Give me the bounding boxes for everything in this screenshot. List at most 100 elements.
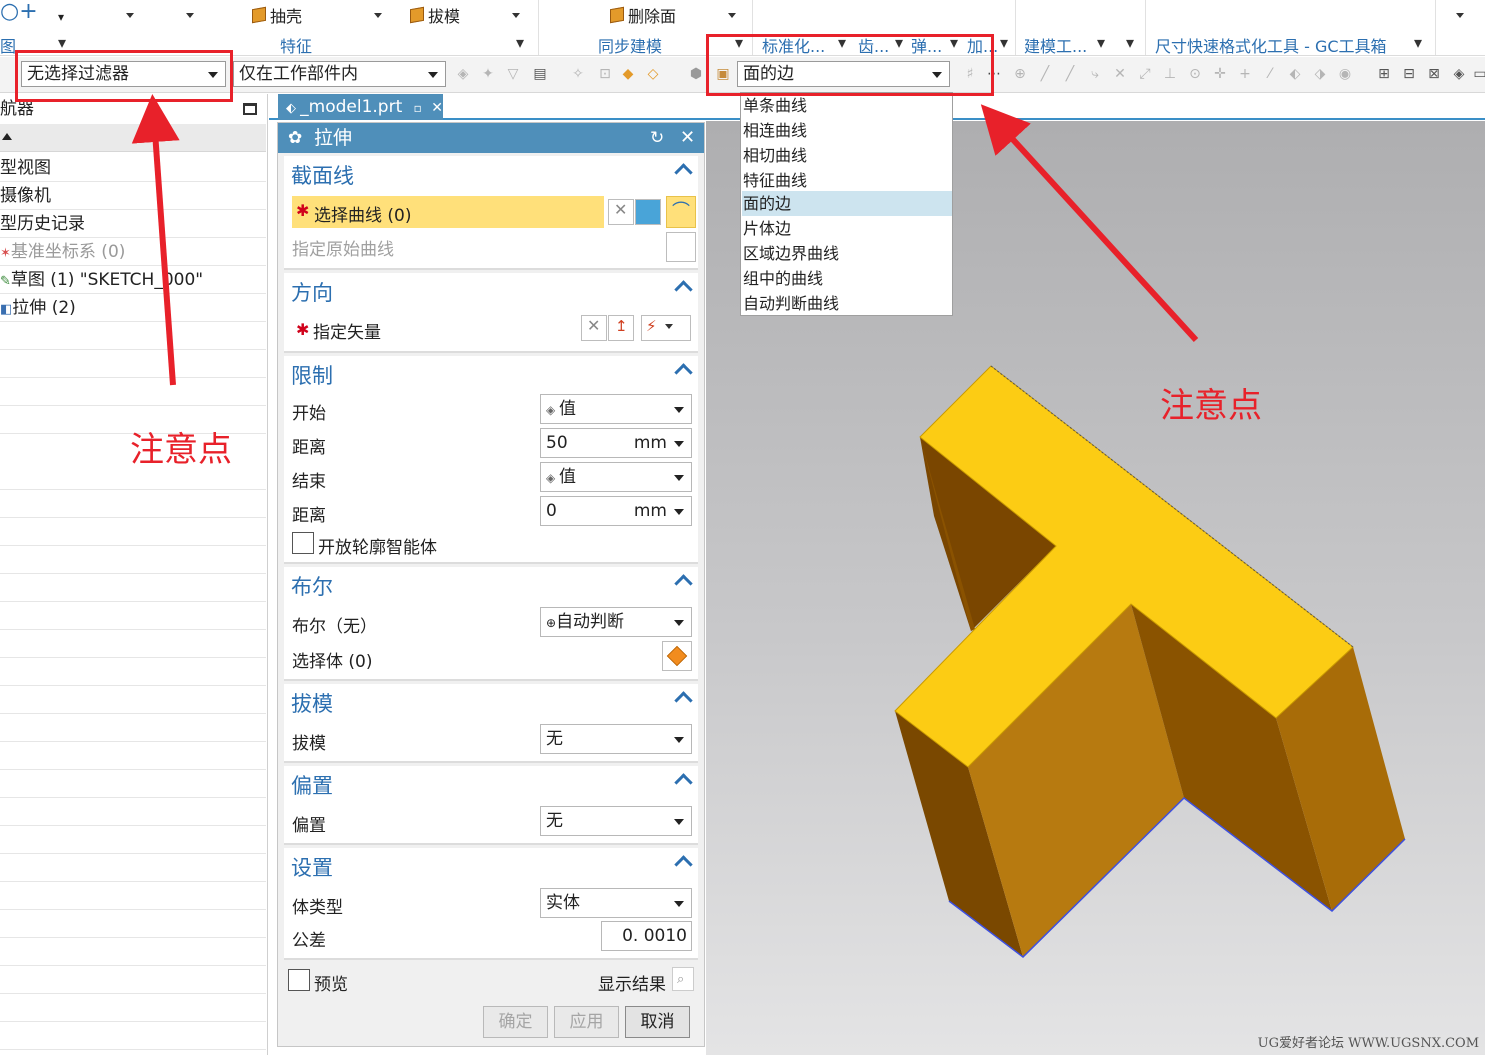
snap-face-icon[interactable]: ⬖ — [1287, 66, 1303, 82]
section-title[interactable]: 设置 — [291, 852, 333, 882]
group-caret-7[interactable]: ▾ — [1000, 33, 1008, 53]
view-more-icon[interactable]: ▭ — [1472, 66, 1485, 82]
show-result-label[interactable]: 显示结果 — [598, 970, 666, 995]
snap-bound-icon[interactable]: ⬗ — [1312, 66, 1328, 82]
vector-type-dropdown[interactable]: ⚡ — [641, 315, 691, 341]
nav-item-model-views[interactable]: 型视图 — [0, 154, 266, 182]
group-caret-2[interactable]: ▾ — [516, 33, 524, 53]
snap-existing-icon[interactable]: ✛ — [1212, 66, 1228, 82]
ribbon-dropdown-6[interactable] — [1450, 4, 1464, 26]
more-icon[interactable]: ▾ — [58, 6, 64, 28]
distance2-input[interactable]: 0 mm — [540, 496, 692, 526]
section-title[interactable]: 布尔 — [291, 571, 333, 601]
reverse-direction-icon[interactable]: ✕ — [581, 315, 607, 341]
selection-scope-dropdown[interactable]: 仅在工作部件内 — [233, 61, 446, 87]
group-modeling-tools[interactable]: 建模工... — [1024, 33, 1087, 56]
snap-curve-icon[interactable]: ⁄ — [1262, 66, 1278, 82]
nav-item-model-history[interactable]: 型历史记录 — [0, 210, 266, 238]
curve-rule-option-selected[interactable]: 面的边 — [742, 191, 952, 216]
reset-icon[interactable]: ↻ — [650, 123, 664, 153]
draft-ribbon-button[interactable]: 拔模 — [410, 4, 460, 26]
apply-button[interactable]: 应用 — [554, 1006, 619, 1038]
group-caret-9[interactable]: ▾ — [1126, 33, 1134, 53]
tab-model1[interactable]: ⬖ _model1.prt ▫ ✕ — [278, 94, 443, 120]
collapse-icon[interactable] — [674, 691, 693, 710]
close-icon[interactable]: ✕ — [680, 123, 695, 153]
cancel-button[interactable]: 取消 — [625, 1006, 690, 1038]
section-title[interactable]: 偏置 — [291, 770, 333, 800]
group-caret-10[interactable]: ▾ — [1414, 33, 1422, 53]
navigator-header[interactable] — [0, 124, 266, 152]
ok-button[interactable]: 确定 — [483, 1006, 548, 1038]
collapse-icon[interactable] — [674, 363, 693, 382]
select-body-icon[interactable]: ▤ — [532, 66, 548, 82]
plus-icon[interactable]: ○+ — [0, 0, 38, 24]
group-sync-modeling[interactable]: 同步建模 — [598, 33, 662, 56]
tab-pin-icon[interactable]: ▫ — [414, 101, 422, 115]
section-title[interactable]: 方向 — [291, 277, 333, 307]
ribbon-dropdown-4[interactable] — [506, 4, 520, 26]
vector-dialog-icon[interactable]: ↥ — [608, 315, 634, 341]
snap-mid-icon[interactable]: ╱ — [1062, 66, 1078, 82]
body-type-dropdown[interactable]: 实体 — [540, 888, 692, 918]
curve-rule-option[interactable]: 特征曲线 — [742, 168, 952, 193]
snap-point-icon[interactable]: ⊕ — [1012, 66, 1028, 82]
select-curve-row[interactable]: ✱ 选择曲线 (0) — [292, 196, 604, 228]
collapse-icon[interactable] — [674, 574, 693, 593]
select-body-icon[interactable] — [662, 641, 692, 671]
delete-face-button[interactable]: 删除面 — [610, 4, 676, 26]
select-edge-icon[interactable]: ✦ — [480, 66, 496, 82]
select-face-icon[interactable]: ✧ — [570, 66, 586, 82]
curve-rule-option[interactable]: 自动判断曲线 — [742, 291, 952, 316]
curve-select-icon[interactable]: ⌒ — [666, 196, 696, 228]
ribbon-dropdown-5[interactable] — [722, 4, 736, 26]
collapse-icon[interactable] — [674, 280, 693, 299]
select-sheet-icon[interactable]: ◇ — [645, 66, 661, 82]
ribbon-dropdown-1[interactable] — [120, 4, 134, 26]
section-title[interactable]: 拔模 — [291, 688, 333, 718]
snap-intersect-icon[interactable]: ✕ — [1112, 66, 1128, 82]
section-title[interactable]: 限制 — [291, 360, 333, 390]
offset-dropdown[interactable]: 无 — [540, 806, 692, 836]
nav-item-sketch[interactable]: ✎草图 (1) "SKETCH_000" — [0, 266, 266, 294]
group-caret-8[interactable]: ▾ — [1097, 33, 1105, 53]
snap-arc-icon[interactable]: ⤢ — [1137, 66, 1153, 82]
shell-button[interactable]: 抽壳 — [252, 4, 302, 26]
view-shade-icon[interactable]: ◈ — [1451, 66, 1467, 82]
start-type-dropdown[interactable]: ◈ 值 — [540, 394, 692, 424]
select-feature-icon[interactable]: ◈ — [455, 66, 471, 82]
curve-rule-option[interactable]: 组中的曲线 — [742, 266, 952, 291]
nav-item-extrude[interactable]: ◧拉伸 (2) — [0, 294, 266, 322]
boolean-dropdown[interactable]: ⊕自动判断 — [540, 607, 692, 637]
ribbon-dropdown-3[interactable] — [368, 4, 382, 26]
view-zoom-icon[interactable]: ⊟ — [1401, 66, 1417, 82]
maximize-icon[interactable] — [243, 103, 257, 115]
select-filter-icon[interactable]: ▽ — [505, 66, 521, 82]
snap-control-icon[interactable]: ⤷ — [1087, 66, 1103, 82]
show-result-icon[interactable]: ⌕ — [672, 967, 694, 991]
view-rotate-icon[interactable]: ⊠ — [1426, 66, 1442, 82]
tolerance-input[interactable]: 0. 0010 — [601, 921, 692, 951]
origin-curve-icon[interactable] — [666, 232, 696, 262]
group-gc-toolbox[interactable]: 尺寸快速格式化工具 - GC工具箱 — [1155, 33, 1387, 56]
section-title[interactable]: 截面线 — [291, 160, 354, 190]
snap-onpoint-icon[interactable]: + — [1237, 66, 1253, 82]
collapse-icon[interactable] — [674, 773, 693, 792]
curve-rule-option[interactable]: 区域边界曲线 — [742, 241, 952, 266]
select-region-icon[interactable]: ⊡ — [597, 66, 613, 82]
view-fit-icon[interactable]: ⊞ — [1376, 66, 1392, 82]
curve-rule-option[interactable]: 片体边 — [742, 216, 952, 241]
snap-center-icon[interactable]: ⊙ — [1187, 66, 1203, 82]
group-view[interactable]: 图 — [0, 33, 16, 56]
distance1-input[interactable]: 50 mm — [540, 428, 692, 458]
snap-quadrant-icon[interactable]: ⊥ — [1162, 66, 1178, 82]
snap-end-icon[interactable]: ╱ — [1037, 66, 1053, 82]
curve-rule-option[interactable]: 相切曲线 — [742, 143, 952, 168]
tab-close-icon[interactable]: ✕ — [431, 100, 443, 116]
nav-item-datum-csys[interactable]: ✶基准坐标系 (0) — [0, 238, 266, 266]
curve-rule-option[interactable]: 单条曲线 — [742, 93, 952, 118]
draft-dropdown[interactable]: 无 — [540, 724, 692, 754]
group-feature[interactable]: 特征 — [280, 33, 312, 56]
preview-checkbox[interactable] — [288, 969, 310, 991]
collapse-icon[interactable] — [674, 855, 693, 874]
